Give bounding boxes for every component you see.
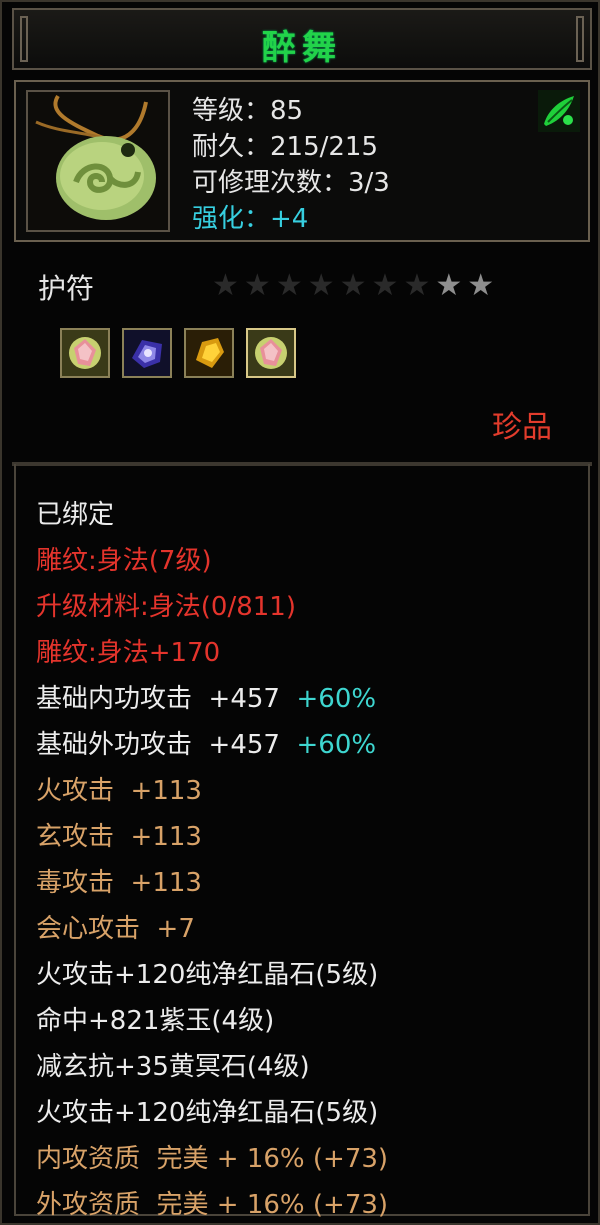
star-icon: ★: [339, 268, 372, 303]
engrave-line: 雕纹:身法(7级): [36, 546, 212, 576]
base-external-label: 基础外功攻击: [36, 730, 193, 760]
item-info-panel: 等级：85 耐久：215/215 可修理次数：3/3 强化：+4: [14, 80, 590, 242]
gem-bonus-4: 火攻击+120纯净红晶石(5级): [36, 1098, 379, 1128]
star-icon: ★: [243, 268, 276, 303]
durability-stat: 耐久：215/215: [192, 132, 379, 162]
quality-external: 外攻资质 完美 + 16% (+73): [36, 1190, 389, 1220]
base-internal-label: 基础内功攻击: [36, 684, 193, 714]
star-icon: ★: [403, 268, 436, 303]
star-rating: ★★★★★★★★★: [212, 268, 499, 303]
poison-attack: 毒攻击 +113: [36, 862, 202, 899]
base-internal-pct: +60%: [296, 684, 377, 714]
crit-attack-label: 会心攻击: [36, 914, 141, 944]
star-icon: ★: [435, 268, 468, 303]
gem-slot-3[interactable]: [184, 328, 234, 378]
poison-attack-value: +113: [130, 868, 202, 898]
fire-attack: 火攻击 +113: [36, 770, 202, 807]
star-icon: ★: [275, 268, 308, 303]
mystic-attack: 玄攻击 +113: [36, 816, 202, 853]
item-icon: [26, 90, 170, 232]
gem-bonus-3: 减玄抗+35黄冥石(4级): [36, 1052, 310, 1082]
rarity-label: 珍品: [492, 410, 552, 445]
fire-attack-label: 火攻击: [36, 776, 115, 806]
base-external-value: +457: [208, 730, 280, 760]
engrave-bonus-line: 雕纹:身法+170: [36, 638, 221, 668]
gem-slot-2[interactable]: [122, 328, 172, 378]
leaf-emblem-icon: [538, 90, 580, 132]
base-external-attack: 基础外功攻击 +457 +60%: [36, 724, 376, 761]
item-name: 醉舞: [262, 28, 342, 68]
purple-jade-icon: [124, 330, 170, 376]
quality-internal: 内攻资质 完美 + 16% (+73): [36, 1144, 389, 1174]
crit-attack-value: +7: [156, 914, 195, 944]
level-stat: 等级：85: [192, 96, 304, 126]
jade-pendant-icon: [28, 92, 168, 230]
gem-slot-1[interactable]: [60, 328, 110, 378]
mystic-attack-label: 玄攻击: [36, 822, 115, 852]
red-crystal-icon: [248, 330, 294, 376]
star-icon: ★: [467, 268, 500, 303]
red-crystal-icon: [62, 330, 108, 376]
fire-attack-value: +113: [130, 776, 202, 806]
item-type: 护符: [38, 272, 95, 305]
upgrade-material-line: 升级材料:身法(0/811): [36, 592, 296, 622]
star-icon: ★: [212, 268, 244, 303]
star-icon: ★: [307, 268, 340, 303]
base-internal-value: +457: [208, 684, 280, 714]
title-bar: 醉舞: [12, 8, 592, 70]
item-tooltip: 醉舞 等级：85 耐久：215/215 可修理次数：3/3 强化：+4 护符 ★…: [0, 0, 600, 1225]
star-icon: ★: [371, 268, 404, 303]
gem-bonus-1: 火攻击+120纯净红晶石(5级): [36, 960, 379, 990]
enhance-stat: 强化：+4: [192, 198, 308, 235]
enhance-value: +4: [270, 204, 309, 234]
yellow-stone-icon: [186, 330, 232, 376]
mystic-attack-value: +113: [130, 822, 202, 852]
base-external-pct: +60%: [296, 730, 377, 760]
gem-slot-4[interactable]: [246, 328, 296, 378]
enhance-label: 强化：: [192, 204, 271, 234]
bound-status: 已绑定: [36, 500, 115, 530]
poison-attack-label: 毒攻击: [36, 868, 115, 898]
crit-attack: 会心攻击 +7: [36, 908, 195, 945]
base-internal-attack: 基础内功攻击 +457 +60%: [36, 678, 376, 715]
gem-bonus-2: 命中+821紫玉(4级): [36, 1006, 275, 1036]
repair-count-stat: 可修理次数：3/3: [192, 168, 390, 198]
